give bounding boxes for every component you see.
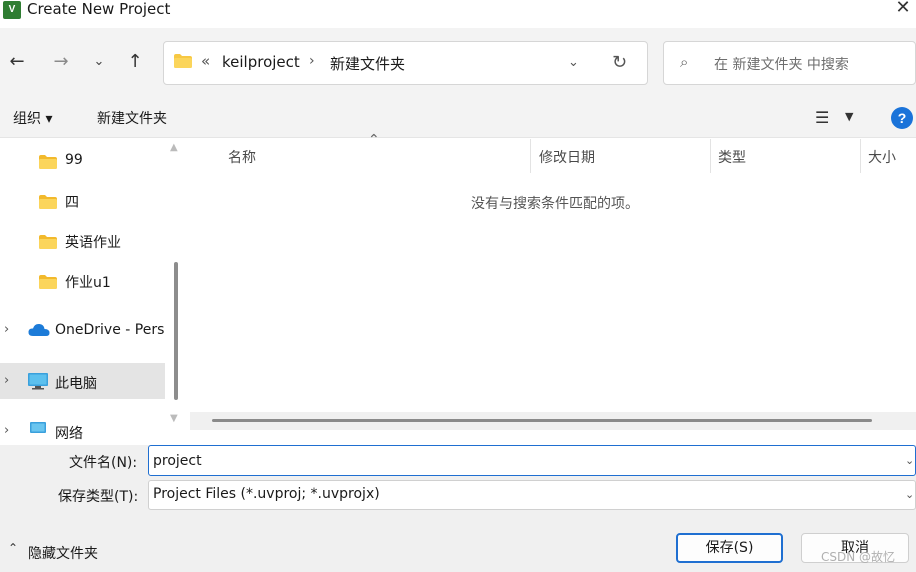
expand-chevron-icon[interactable]: › (4, 373, 9, 388)
sidebar-item-homework-u1[interactable]: 作业u1 (0, 262, 166, 298)
expand-chevron-icon[interactable]: › (4, 423, 9, 438)
sidebar-item-label: 网络 (55, 426, 83, 442)
sidebar-item-label: 四 (65, 195, 79, 211)
filetype-label: 保存类型(T): (58, 489, 139, 505)
empty-results-message: 没有与搜索条件匹配的项。 (471, 196, 639, 212)
address-dropdown-icon[interactable]: ⌄ (568, 55, 579, 70)
folder-icon (39, 235, 57, 249)
filename-input[interactable] (148, 445, 916, 476)
filetype-dropdown-icon[interactable]: ⌄ (905, 488, 914, 501)
breadcrumb-separator[interactable]: › (309, 53, 315, 69)
window-title: Create New Project (27, 0, 171, 18)
filetype-select[interactable]: Project Files (*.uvproj; *.uvprojx) (148, 480, 916, 510)
breadcrumb-keilproject[interactable]: keilproject (222, 53, 300, 71)
app-icon: V (3, 1, 21, 19)
column-divider[interactable] (860, 139, 861, 173)
sidebar-item-label: 作业u1 (65, 275, 111, 291)
sidebar-item-english-homework[interactable]: 英语作业 (0, 222, 166, 258)
breadcrumb-new-folder[interactable]: 新建文件夹 (330, 53, 405, 74)
scrollbar-thumb[interactable] (174, 262, 178, 400)
column-header-modified[interactable]: 修改日期 (539, 147, 595, 167)
file-list (190, 139, 916, 445)
sidebar-item-network[interactable]: › 网络 (0, 413, 166, 445)
filename-label: 文件名(N): (69, 455, 138, 471)
folder-icon (39, 275, 57, 289)
sidebar-item-label: OneDrive - Pers (55, 322, 165, 338)
new-folder-button[interactable]: 新建文件夹 (97, 108, 167, 128)
back-arrow-icon[interactable]: ← (5, 50, 29, 74)
view-dropdown-icon[interactable]: ▼ (845, 110, 853, 123)
sidebar-item-four[interactable]: 四 (0, 182, 166, 218)
folder-icon (39, 155, 57, 169)
column-header-name[interactable]: 名称 (228, 147, 256, 167)
filename-dropdown-icon[interactable]: ⌄ (905, 454, 914, 467)
sidebar-scrollbar[interactable] (166, 139, 190, 445)
sidebar-item-onedrive[interactable]: › OneDrive - Pers (0, 312, 166, 348)
address-root-chevron[interactable]: « (201, 52, 210, 70)
column-divider[interactable] (710, 139, 711, 173)
save-button[interactable]: 保存(S) (676, 533, 783, 563)
sidebar-item-label: 英语作业 (65, 235, 121, 251)
sort-ascending-icon: ⌃ (368, 132, 380, 148)
forward-arrow-icon[interactable]: → (49, 50, 73, 74)
expand-chevron-icon[interactable]: › (4, 322, 9, 337)
collapse-chevron-icon[interactable]: ⌃ (8, 541, 18, 555)
computer-icon (28, 373, 48, 390)
folder-icon (174, 54, 192, 68)
search-placeholder[interactable]: 在 新建文件夹 中搜索 (714, 54, 849, 74)
recent-locations-chevron-icon[interactable]: ⌄ (87, 50, 111, 74)
search-icon: ⌕ (680, 53, 689, 71)
navigation-pane: 99 四 英语作业 作业u1 › OneDrive - Pers › 此电脑 ›… (0, 139, 166, 445)
column-header-size[interactable]: 大小 (868, 147, 896, 167)
cloud-icon (28, 323, 50, 336)
watermark: CSDN @故忆 (821, 550, 896, 564)
refresh-icon[interactable]: ↻ (612, 52, 627, 73)
folder-icon (39, 195, 57, 209)
organize-button[interactable]: 组织 ▾ (13, 108, 52, 128)
view-options-icon[interactable]: ☰ (815, 108, 829, 127)
up-arrow-icon[interactable]: ↑ (123, 50, 147, 74)
help-icon[interactable]: ? (891, 107, 913, 129)
scroll-down-icon[interactable]: ▼ (170, 413, 178, 424)
close-button[interactable]: ✕ (890, 0, 916, 18)
hide-folders-button[interactable]: 隐藏文件夹 (28, 543, 98, 563)
sidebar-item-label: 此电脑 (55, 376, 97, 392)
network-icon (30, 422, 46, 433)
horizontal-scrollbar-thumb[interactable] (212, 419, 872, 422)
sidebar-item-99[interactable]: 99 (0, 142, 166, 178)
scroll-up-icon[interactable]: ▲ (170, 142, 178, 153)
column-divider[interactable] (530, 139, 531, 173)
sidebar-item-label: 99 (65, 152, 83, 168)
column-header-type[interactable]: 类型 (718, 147, 746, 167)
sidebar-item-this-pc[interactable]: › 此电脑 (0, 363, 165, 399)
